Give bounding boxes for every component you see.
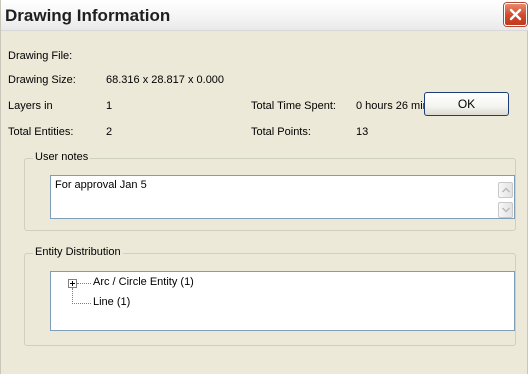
layers-value: 1 xyxy=(106,100,113,112)
total-points-label: Total Points: xyxy=(251,126,311,138)
total-entities-value: 2 xyxy=(106,126,113,138)
user-notes-title: User notes xyxy=(33,151,91,163)
ok-button[interactable]: OK xyxy=(424,92,509,116)
scroll-down-button[interactable] xyxy=(498,202,513,218)
scroll-up-button[interactable] xyxy=(498,182,513,198)
layers-label: Layers in xyxy=(8,100,53,112)
tree-item-line[interactable]: Line (1) xyxy=(93,296,130,308)
tree-connector xyxy=(72,303,91,304)
dialog-title: Drawing Information xyxy=(5,6,171,25)
arrow-up-icon xyxy=(502,187,510,193)
total-time-label: Total Time Spent: xyxy=(251,100,336,112)
tree-item-arc-circle[interactable]: Arc / Circle Entity (1) xyxy=(93,276,194,288)
notes-scrollbar[interactable] xyxy=(497,176,514,218)
close-button[interactable] xyxy=(504,3,527,26)
tree-connector xyxy=(77,283,91,284)
drawing-size-label: Drawing Size: xyxy=(8,74,76,86)
total-points-value: 13 xyxy=(356,126,369,138)
expand-plus-icon[interactable] xyxy=(68,279,77,288)
entity-tree[interactable]: Arc / Circle Entity (1) Line (1) xyxy=(50,271,515,331)
tree-connector xyxy=(72,288,73,304)
entity-distribution-title: Entity Distribution xyxy=(33,246,123,258)
drawing-size-value: 68.316 x 28.817 x 0.000 xyxy=(106,74,225,86)
drawing-information-dialog: Drawing Information Drawing File: Drawin… xyxy=(0,0,528,374)
user-notes-textarea[interactable]: For approval Jan 5 xyxy=(50,175,515,219)
drawing-file-label: Drawing File: xyxy=(8,50,73,62)
total-entities-label: Total Entities: xyxy=(8,126,74,138)
user-notes-text: For approval Jan 5 xyxy=(55,179,147,191)
title-bar[interactable]: Drawing Information xyxy=(1,0,528,31)
close-icon xyxy=(509,8,522,21)
arrow-down-icon xyxy=(502,207,510,213)
